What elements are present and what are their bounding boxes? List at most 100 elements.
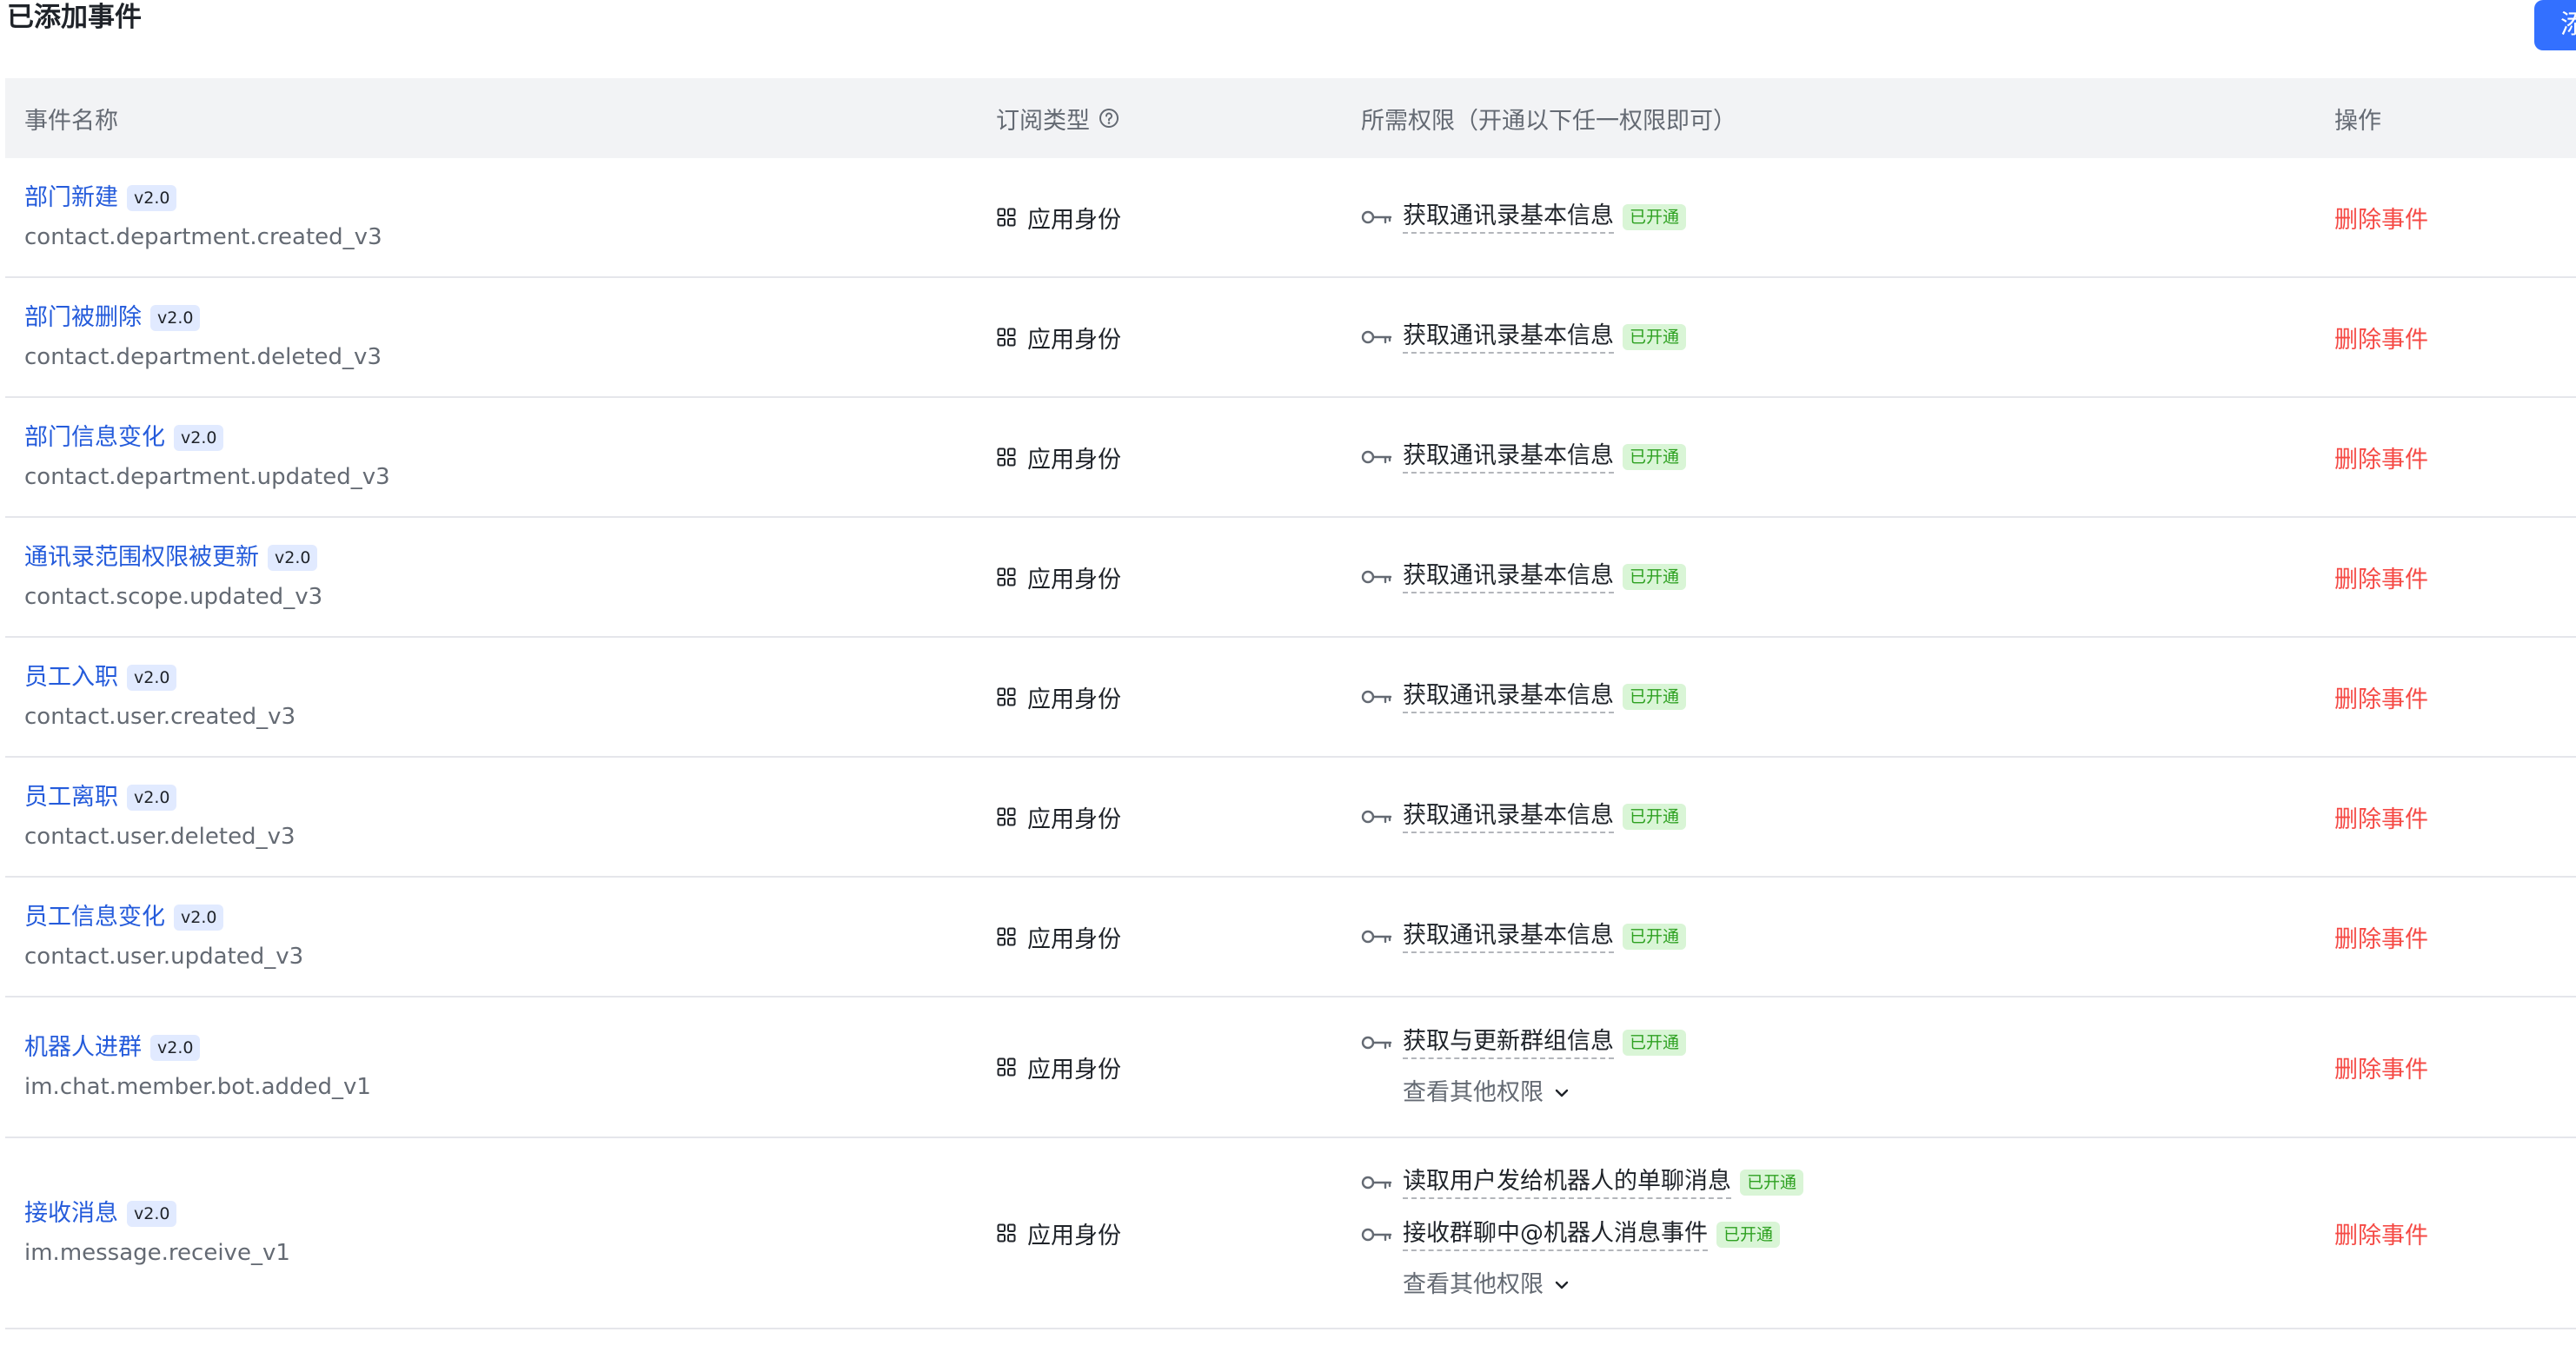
- add-event-button[interactable]: 添加事件: [2534, 0, 2576, 50]
- version-badge: v2.0: [127, 185, 177, 211]
- table-row: 接收消息 v2.0 im.message.receive_v1 应用身份 读取用…: [5, 1138, 2576, 1329]
- delete-event-button[interactable]: 删除事件: [2334, 327, 2428, 354]
- actions-cell: 删除事件: [2315, 441, 2576, 474]
- permission-name[interactable]: 获取通讯录基本信息: [1403, 441, 1614, 474]
- grid-icon: [996, 447, 1027, 467]
- table-row: 通讯录范围权限被更新 v2.0 contact.scope.updated_v3…: [5, 518, 2576, 638]
- key-icon: [1361, 928, 1403, 945]
- event-key: contact.scope.updated_v3: [24, 584, 323, 610]
- permission-item: 获取通讯录基本信息 已开通: [1361, 440, 2315, 474]
- header-required-permissions: 所需权限（开通以下任一权限即可）: [1361, 107, 1736, 135]
- delete-event-button[interactable]: 删除事件: [2334, 447, 2428, 474]
- subscription-type-label: 应用身份: [1027, 925, 1121, 953]
- permission-status-badge: 已开通: [1623, 924, 1687, 950]
- permission-name[interactable]: 获取通讯录基本信息: [1403, 680, 1614, 713]
- permission-status-badge: 已开通: [1623, 204, 1687, 230]
- delete-event-button[interactable]: 删除事件: [2334, 1223, 2428, 1249]
- subscription-type-label: 应用身份: [1027, 1056, 1121, 1084]
- event-name-cell: 员工信息变化 v2.0 contact.user.updated_v3: [5, 902, 977, 971]
- permissions-cell: 获取通讯录基本信息 已开通: [1342, 679, 2315, 714]
- subscription-type-cell: 应用身份: [977, 560, 1342, 594]
- version-badge: v2.0: [127, 1201, 177, 1227]
- subscription-type-cell: 应用身份: [977, 920, 1342, 954]
- permission-item: 读取用户发给机器人的单聊消息 已开通: [1361, 1165, 2315, 1200]
- permission-item: 获取通讯录基本信息 已开通: [1361, 560, 2315, 594]
- permission-name[interactable]: 获取通讯录基本信息: [1403, 800, 1614, 833]
- key-icon: [1361, 568, 1403, 586]
- permission-status-badge: 已开通: [1623, 804, 1687, 830]
- grid-icon: [996, 567, 1027, 587]
- event-name-link[interactable]: 部门信息变化: [24, 422, 165, 454]
- subscription-type-label: 应用身份: [1027, 326, 1121, 354]
- permissions-cell: 获取与更新群组信息 已开通 查看其他权限: [1342, 1025, 2315, 1109]
- event-name-link[interactable]: 部门被删除: [24, 302, 142, 334]
- table-body: 部门新建 v2.0 contact.department.created_v3 …: [5, 158, 2576, 1329]
- key-icon: [1361, 328, 1403, 346]
- subscription-type-label: 应用身份: [1027, 805, 1121, 833]
- subscription-type-cell: 应用身份: [977, 321, 1342, 355]
- permission-name[interactable]: 获取通讯录基本信息: [1403, 321, 1614, 354]
- version-badge: v2.0: [174, 905, 224, 931]
- permission-name[interactable]: 获取通讯录基本信息: [1403, 920, 1614, 953]
- event-name-cell: 部门信息变化 v2.0 contact.department.updated_v…: [5, 422, 977, 492]
- subscription-type-label: 应用身份: [1027, 686, 1121, 713]
- permissions-cell: 获取通讯录基本信息 已开通: [1342, 919, 2315, 954]
- event-name-cell: 员工入职 v2.0 contact.user.created_v3: [5, 662, 977, 732]
- event-subscription-page: 已添加事件 添加事件 事件名称 订阅类型 所需权限（开通以下任一权限即可） 操作: [0, 0, 2576, 1352]
- event-name-link[interactable]: 接收消息: [24, 1198, 118, 1229]
- event-key: contact.department.deleted_v3: [24, 344, 382, 370]
- subscription-type-label: 应用身份: [1027, 446, 1121, 474]
- permission-name[interactable]: 读取用户发给机器人的单聊消息: [1403, 1166, 1731, 1199]
- permission-status-badge: 已开通: [1623, 444, 1687, 470]
- event-name-cell: 接收消息 v2.0 im.message.receive_v1: [5, 1198, 977, 1268]
- subscription-type-label: 应用身份: [1027, 566, 1121, 593]
- actions-cell: 删除事件: [2315, 560, 2576, 594]
- event-key: contact.user.updated_v3: [24, 944, 304, 970]
- view-other-permissions-toggle[interactable]: 查看其他权限: [1361, 1077, 2315, 1109]
- event-name-link[interactable]: 部门新建: [24, 182, 118, 214]
- delete-event-button[interactable]: 删除事件: [2334, 806, 2428, 833]
- event-name-link[interactable]: 员工信息变化: [24, 902, 165, 933]
- key-icon: [1361, 1034, 1403, 1051]
- permission-item: 获取通讯录基本信息 已开通: [1361, 679, 2315, 714]
- grid-icon: [996, 926, 1027, 947]
- version-badge: v2.0: [150, 1035, 201, 1061]
- event-name-link[interactable]: 机器人进群: [24, 1032, 142, 1064]
- delete-event-button[interactable]: 删除事件: [2334, 567, 2428, 593]
- version-badge: v2.0: [150, 305, 201, 331]
- permission-name[interactable]: 获取与更新群组信息: [1403, 1026, 1614, 1059]
- grid-icon: [996, 207, 1027, 228]
- delete-event-button[interactable]: 删除事件: [2334, 1057, 2428, 1084]
- permissions-cell: 获取通讯录基本信息 已开通: [1342, 200, 2315, 235]
- permission-name[interactable]: 获取通讯录基本信息: [1403, 560, 1614, 593]
- delete-event-button[interactable]: 删除事件: [2334, 926, 2428, 953]
- version-badge: v2.0: [127, 785, 177, 811]
- permission-name[interactable]: 接收群聊中@机器人消息事件: [1403, 1218, 1708, 1251]
- table-row: 员工入职 v2.0 contact.user.created_v3 应用身份 获…: [5, 638, 2576, 758]
- chevron-down-icon: [1544, 1276, 1571, 1295]
- table-row: 员工离职 v2.0 contact.user.deleted_v3 应用身份 获…: [5, 758, 2576, 878]
- permission-item: 获取通讯录基本信息 已开通: [1361, 200, 2315, 235]
- key-icon: [1361, 688, 1403, 706]
- version-badge: v2.0: [268, 545, 318, 571]
- table-row: 部门信息变化 v2.0 contact.department.updated_v…: [5, 398, 2576, 518]
- event-key: contact.department.updated_v3: [24, 464, 390, 490]
- delete-event-button[interactable]: 删除事件: [2334, 686, 2428, 713]
- event-name-link[interactable]: 通讯录范围权限被更新: [24, 542, 259, 573]
- chevron-down-icon: [1544, 1084, 1571, 1103]
- header-subscription-type: 订阅类型: [977, 102, 1342, 136]
- actions-cell: 删除事件: [2315, 680, 2576, 714]
- delete-event-button[interactable]: 删除事件: [2334, 207, 2428, 234]
- event-key: contact.department.created_v3: [24, 224, 382, 250]
- permissions-cell: 获取通讯录基本信息 已开通: [1342, 440, 2315, 474]
- question-circle-icon[interactable]: [1099, 108, 1119, 129]
- view-other-permissions-toggle[interactable]: 查看其他权限: [1361, 1269, 2315, 1301]
- permission-name[interactable]: 获取通讯录基本信息: [1403, 201, 1614, 234]
- permission-item: 获取通讯录基本信息 已开通: [1361, 799, 2315, 834]
- event-name-cell: 员工离职 v2.0 contact.user.deleted_v3: [5, 782, 977, 852]
- event-name-link[interactable]: 员工离职: [24, 782, 118, 813]
- grid-icon: [996, 1223, 1027, 1243]
- key-icon: [1361, 1226, 1403, 1243]
- grid-icon: [996, 327, 1027, 348]
- event-name-link[interactable]: 员工入职: [24, 662, 118, 693]
